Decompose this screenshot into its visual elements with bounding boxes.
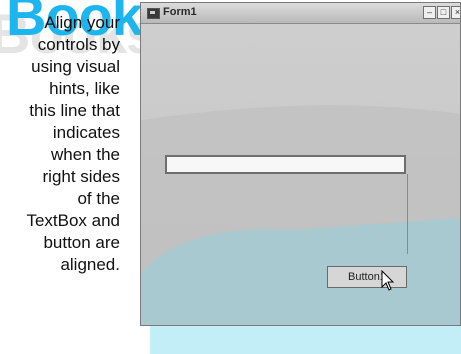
- caption-line: aligned.: [60, 255, 120, 274]
- form-app-icon: [147, 8, 160, 19]
- caption-line: controls by: [37, 35, 120, 54]
- form-design-surface[interactable]: Button1: [141, 24, 460, 325]
- caption-line: when the: [51, 145, 120, 164]
- caption-line: button are: [43, 233, 120, 252]
- mouse-pointer-icon: [381, 270, 395, 291]
- caption-line: indicates: [52, 123, 120, 142]
- figure-caption: Align your controls by using visual hint…: [4, 12, 120, 276]
- caption-line: of the: [77, 189, 120, 208]
- form1-window[interactable]: Form1 – □ × Button1: [140, 2, 461, 326]
- window-title: Form1: [163, 6, 197, 18]
- caption-line: TextBox and: [26, 211, 120, 230]
- close-button[interactable]: ×: [451, 6, 460, 19]
- button1[interactable]: Button1: [327, 266, 407, 288]
- caption-line: using visual: [31, 57, 120, 76]
- alignment-snapline: [407, 174, 408, 254]
- caption-line: right sides: [42, 167, 120, 186]
- textbox1[interactable]: [165, 155, 406, 174]
- maximize-button[interactable]: □: [437, 6, 450, 19]
- window-titlebar[interactable]: Form1 – □ ×: [141, 3, 460, 24]
- minimize-button[interactable]: –: [423, 6, 436, 19]
- background-waves: [141, 105, 460, 325]
- caption-line: this line that: [29, 101, 120, 120]
- caption-line: Align your: [44, 13, 120, 32]
- caption-line: hints, like: [49, 79, 120, 98]
